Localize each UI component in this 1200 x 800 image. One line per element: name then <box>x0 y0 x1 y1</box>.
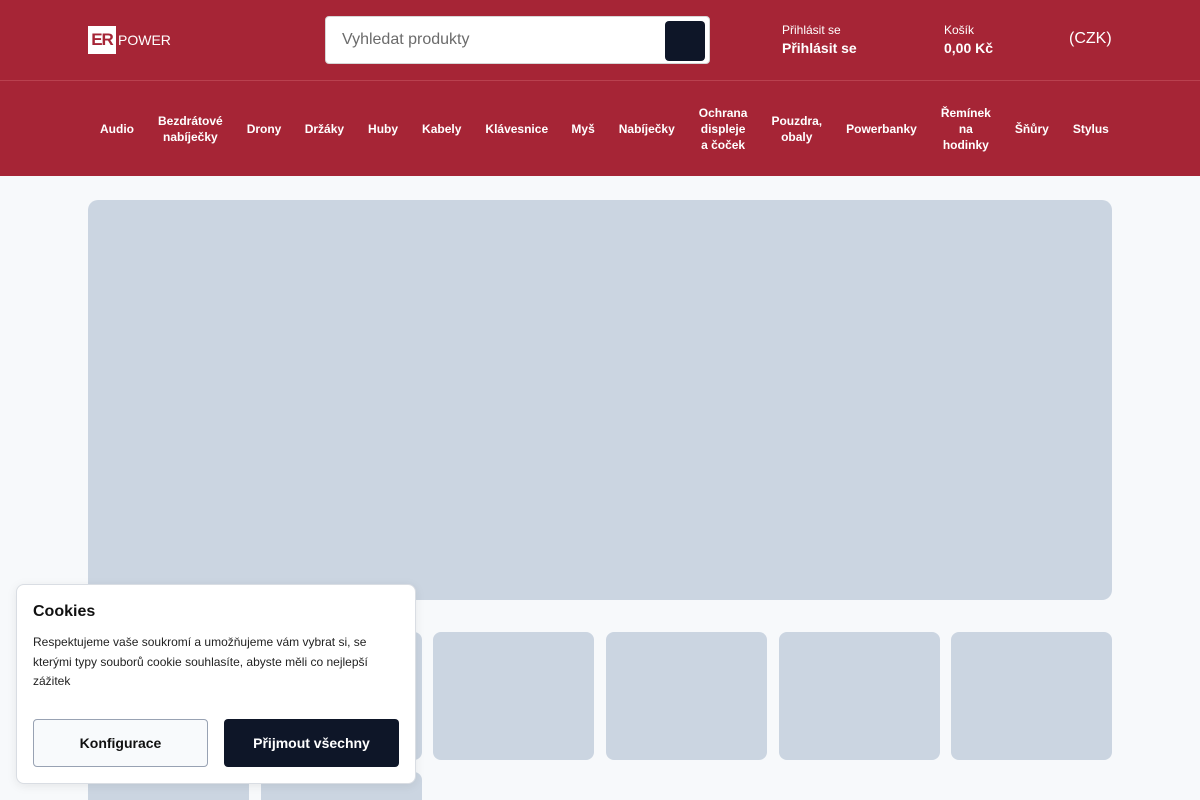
cart-link[interactable]: Košík 0,00 Kč <box>944 22 993 58</box>
nav-item-audio[interactable]: Audio <box>88 121 146 137</box>
site-header: ER POWER Přihlásit se Přihlásit se Košík… <box>0 0 1200 81</box>
cookie-title: Cookies <box>33 603 96 620</box>
nav-item-stylus[interactable]: Stylus <box>1061 121 1121 137</box>
cart-caption: Košík <box>944 23 975 37</box>
nav-item-holders[interactable]: Držáky <box>293 121 356 137</box>
cookie-description: Respektujeme vaše soukromí a umožňujeme … <box>33 635 368 688</box>
search-button[interactable] <box>665 21 705 61</box>
nav-item-chargers[interactable]: Nabíječky <box>607 121 687 137</box>
cookie-consent-dialog: Cookies Respektujeme vaše soukromí a umo… <box>16 584 416 784</box>
nav-item-cables[interactable]: Kabely <box>410 121 473 137</box>
logo-mark: ER <box>88 26 116 54</box>
product-tile-placeholder <box>779 632 940 760</box>
cookie-configure-button[interactable]: Konfigurace <box>33 719 208 767</box>
category-list: Audio Bezdrátové nabíječky Drony Držáky … <box>88 81 1112 176</box>
nav-item-wireless-chargers[interactable]: Bezdrátové nabíječky <box>146 113 235 145</box>
nav-item-keyboards[interactable]: Klávesnice <box>473 121 559 137</box>
nav-item-drones[interactable]: Drony <box>235 121 293 137</box>
logo-text: POWER <box>118 32 171 48</box>
login-label: Přihlásit se <box>782 40 857 56</box>
hero-banner-placeholder <box>88 200 1112 600</box>
nav-item-watch-straps[interactable]: Řemínek na hodinky <box>929 105 1003 153</box>
product-tile-placeholder <box>606 632 767 760</box>
search-input[interactable] <box>326 17 656 63</box>
login-caption: Přihlásit se <box>782 23 841 37</box>
nav-item-lanyards[interactable]: Šňůry <box>1003 121 1061 137</box>
cart-total: 0,00 Kč <box>944 40 994 56</box>
product-tile-placeholder <box>951 632 1112 760</box>
product-tile-placeholder <box>433 632 594 760</box>
nav-item-hubs[interactable]: Huby <box>356 121 410 137</box>
nav-item-cases[interactable]: Pouzdra, obaly <box>759 113 834 145</box>
category-nav: Audio Bezdrátové nabíječky Drony Držáky … <box>0 81 1200 176</box>
nav-item-mouse[interactable]: Myš <box>559 121 606 137</box>
nav-item-powerbanks[interactable]: Powerbanky <box>834 121 929 137</box>
cookie-accept-all-button[interactable]: Přijmout všechny <box>224 719 399 767</box>
site-logo[interactable]: ER POWER <box>88 26 171 54</box>
nav-item-screen-protection[interactable]: Ochrana displeje a čoček <box>687 105 760 153</box>
search-bar <box>325 16 710 64</box>
login-link[interactable]: Přihlásit se Přihlásit se <box>782 22 857 58</box>
currency-selector[interactable]: (CZK) <box>1069 30 1112 48</box>
